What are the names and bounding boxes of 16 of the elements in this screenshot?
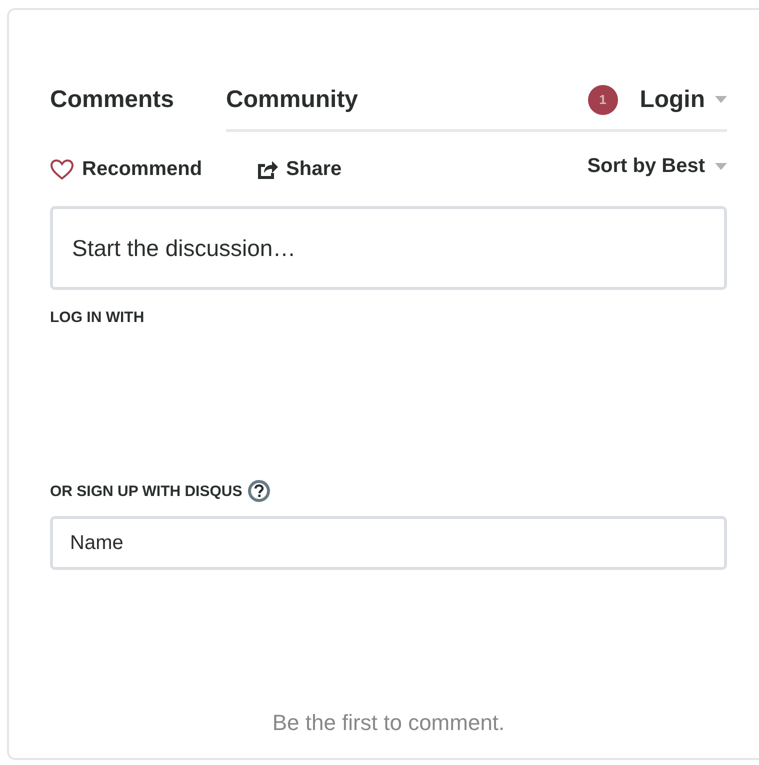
login-button[interactable]: 1 Login <box>588 84 727 114</box>
share-icon <box>256 158 278 180</box>
tab[interactable]: Community <box>226 70 358 132</box>
comment-input[interactable]: Start the discussion… <box>50 206 727 290</box>
caret-icon <box>715 162 727 170</box>
recommend-button[interactable]: Recommend <box>50 158 202 180</box>
sort-dropdown[interactable]: Sort by Best <box>587 154 727 178</box>
name-input[interactable]: Name <box>50 516 727 570</box>
section-heading: LOG IN WITH <box>50 309 146 326</box>
tab[interactable]: Comments <box>50 70 174 132</box>
heart-icon <box>50 158 74 180</box>
help-icon[interactable] <box>248 480 270 502</box>
section-heading: OR SIGN UP WITH DISQUS <box>50 482 242 500</box>
share-button[interactable]: Share <box>256 158 342 180</box>
empty-message: Be the first to comment. <box>272 710 505 736</box>
caret-icon <box>715 96 727 103</box>
